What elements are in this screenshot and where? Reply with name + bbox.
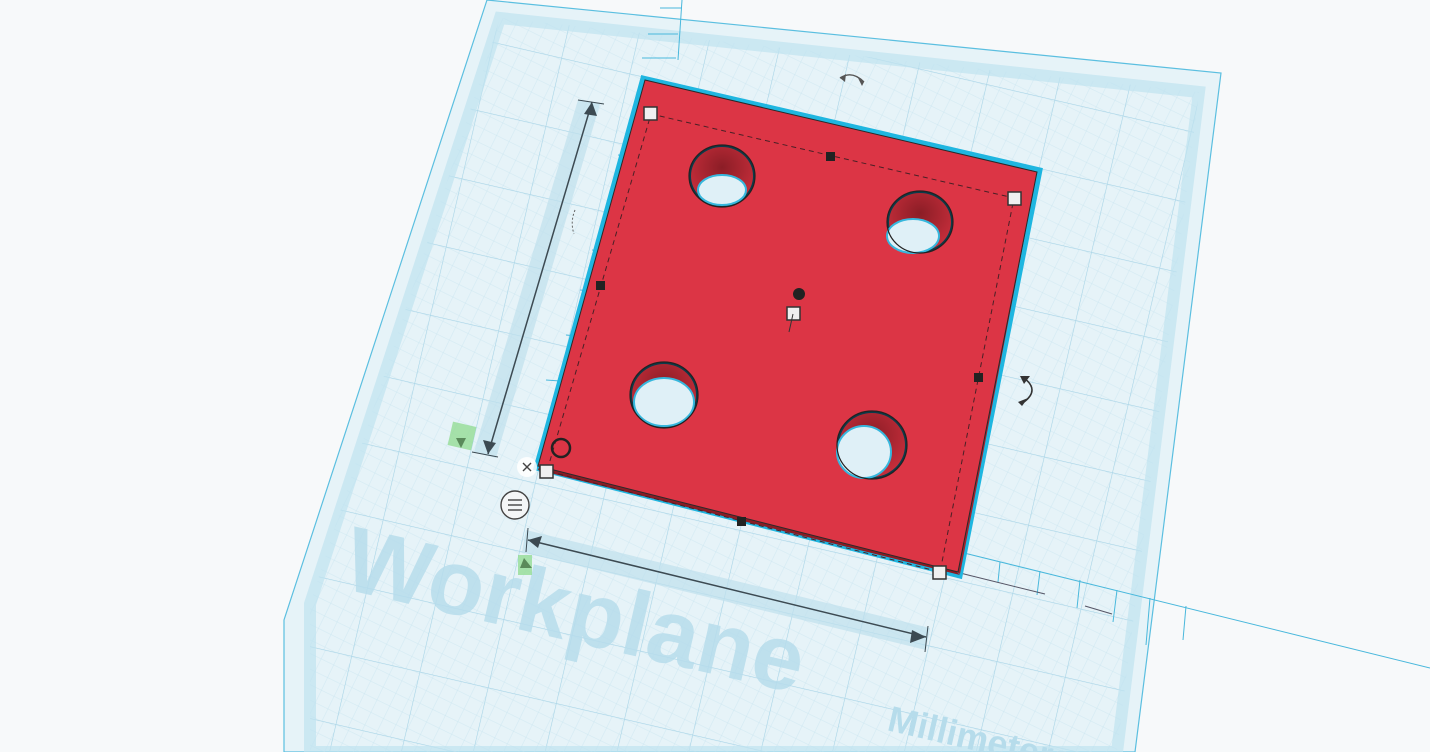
center-height-handle[interactable] [786, 306, 801, 321]
hole-4[interactable] [836, 410, 908, 480]
corner-handle-top-left[interactable] [643, 106, 658, 121]
hole-1[interactable] [688, 144, 756, 208]
scene-canvas[interactable]: Workplane Millimeters [0, 0, 1430, 752]
lift-handle[interactable] [793, 288, 805, 300]
3d-viewport[interactable]: Workplane Millimeters [0, 0, 1430, 752]
edge-handle-bottom[interactable] [737, 517, 746, 526]
hole-2[interactable] [886, 190, 954, 254]
corner-handle-top-right[interactable] [1007, 191, 1022, 206]
close-icon[interactable] [517, 457, 537, 477]
corner-handle-bottom-left[interactable] [539, 464, 554, 479]
edge-handle-top[interactable] [826, 152, 835, 161]
edge-handle-left[interactable] [596, 281, 605, 290]
hamburger-menu-icon[interactable] [500, 490, 530, 520]
corner-handle-bottom-right[interactable] [932, 565, 947, 580]
edge-handle-right[interactable] [974, 373, 983, 382]
hole-3[interactable] [629, 361, 699, 429]
